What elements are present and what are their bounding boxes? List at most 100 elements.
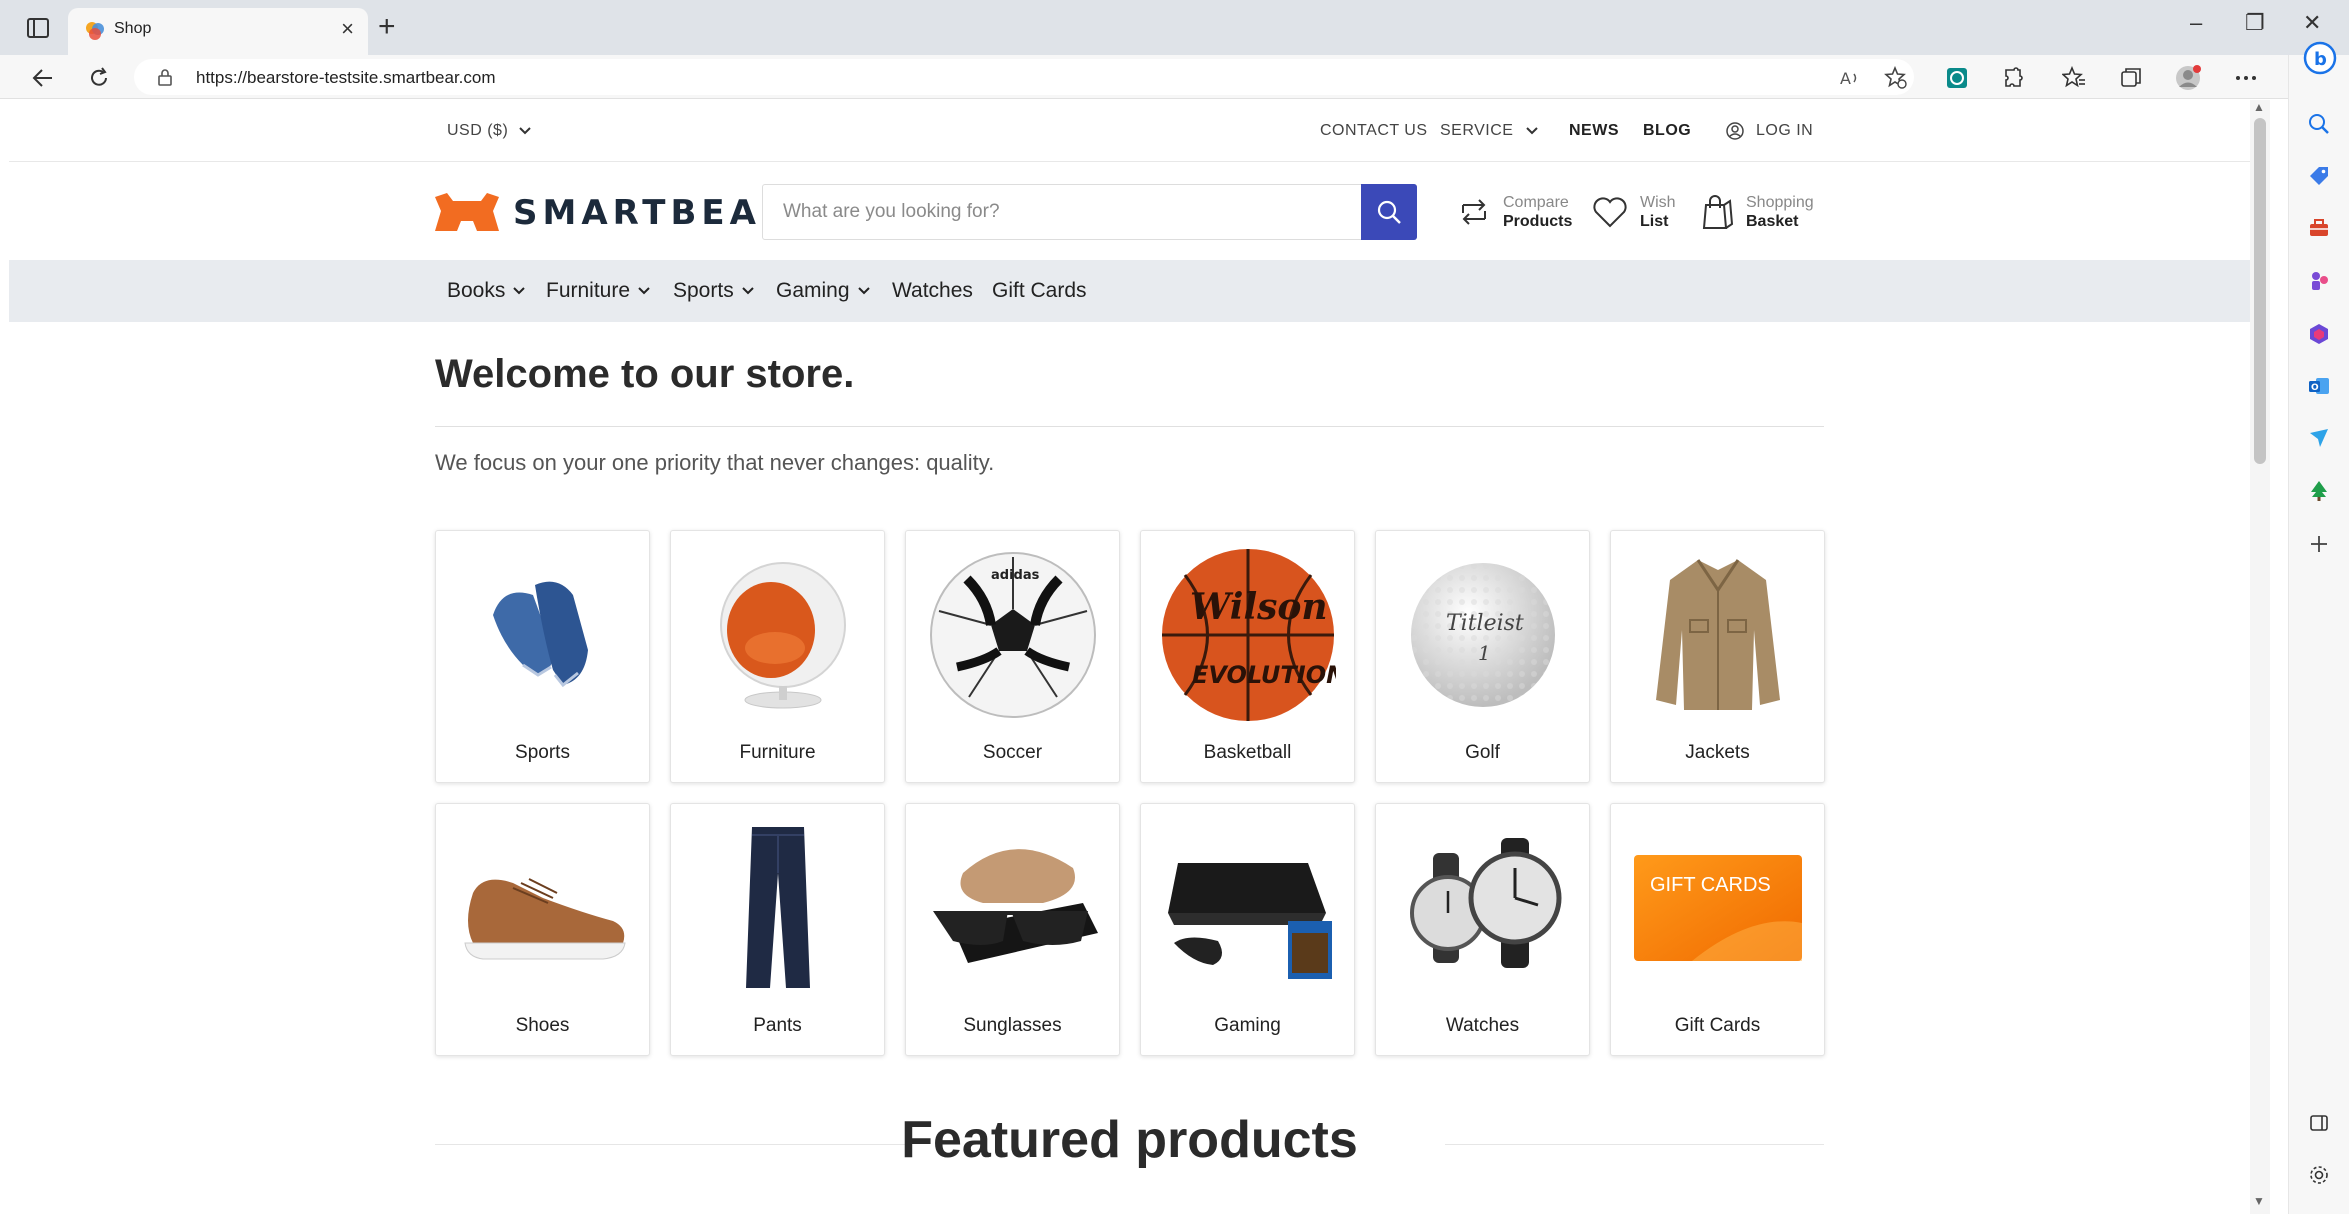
tools-icon[interactable]: [2306, 215, 2332, 241]
scroll-thumb[interactable]: [2254, 118, 2266, 464]
profile-avatar-icon[interactable]: [2174, 64, 2202, 92]
collections-icon[interactable]: [2117, 64, 2145, 92]
console-image: [1153, 818, 1342, 998]
tile-label: Gift Cards: [1674, 1015, 1761, 1036]
window-close-icon[interactable]: ✕: [2303, 12, 2321, 34]
chevron-down-icon: [857, 287, 870, 295]
add-sidebar-icon[interactable]: [2306, 531, 2332, 557]
chevron-down-icon: [741, 287, 754, 295]
back-icon[interactable]: [30, 65, 56, 91]
category-tile-sports[interactable]: Sports: [435, 530, 650, 783]
sidebar-settings-icon[interactable]: [2306, 1162, 2332, 1188]
page-scrollbar[interactable]: ▲ ▼: [2250, 100, 2270, 1214]
tab-actions-icon[interactable]: [22, 15, 54, 41]
golf-number-text: 1: [1478, 641, 1491, 665]
category-tile-gift-cards[interactable]: GIFT CARDS Gift Cards: [1610, 803, 1825, 1056]
nav-furniture[interactable]: Furniture: [546, 279, 650, 303]
category-tile-furniture[interactable]: Furniture: [670, 530, 885, 783]
read-aloud-icon[interactable]: A: [1837, 64, 1865, 92]
basketball-image: Wilson EVOLUTION: [1153, 545, 1342, 725]
nav-gaming[interactable]: Gaming: [776, 279, 870, 303]
tile-label: Watches: [1445, 1015, 1520, 1036]
shopping-tag-icon[interactable]: [2306, 163, 2332, 189]
user-icon: [1726, 122, 1744, 140]
category-tile-sunglasses[interactable]: Sunglasses: [905, 803, 1120, 1056]
currency-selector[interactable]: USD ($): [447, 122, 531, 140]
page-title: Welcome to our store.: [435, 352, 855, 396]
sunglasses-image: [918, 818, 1107, 998]
nav-books[interactable]: Books: [447, 279, 526, 303]
svg-text:adidas: adidas: [991, 568, 1040, 583]
blog-link[interactable]: BLOG: [1643, 122, 1691, 140]
favorites-icon[interactable]: [2060, 64, 2088, 92]
games-icon[interactable]: [2306, 268, 2332, 294]
add-favorite-icon[interactable]: [1882, 64, 1910, 92]
scroll-up-icon[interactable]: ▲: [2253, 100, 2265, 114]
search-input[interactable]: [763, 185, 1363, 239]
extensions-icon[interactable]: [2000, 64, 2028, 92]
shopping-basket-link[interactable]: Shopping Basket: [1702, 190, 1814, 234]
category-tile-gaming[interactable]: Gaming: [1140, 803, 1355, 1056]
url-field[interactable]: https://bearstore-testsite.smartbear.com: [134, 59, 1914, 95]
nav-sports[interactable]: Sports: [673, 279, 754, 303]
jacket-image: [1623, 545, 1812, 725]
minimize-icon[interactable]: –: [2190, 12, 2202, 34]
search-button[interactable]: [1361, 184, 1417, 240]
tree-icon[interactable]: [2306, 478, 2332, 504]
evolution-text: EVOLUTION: [1192, 661, 1336, 689]
hide-sidebar-icon[interactable]: [2306, 1110, 2332, 1136]
login-link[interactable]: LOG IN: [1726, 122, 1813, 140]
search-box: [762, 184, 1417, 240]
send-icon[interactable]: [2306, 425, 2332, 451]
wish-small-label: Wish: [1640, 194, 1676, 211]
category-tile-watches[interactable]: Watches: [1375, 803, 1590, 1056]
svg-text:O: O: [2311, 383, 2319, 393]
tab-shop[interactable]: Shop ×: [68, 8, 368, 55]
category-tile-shoes[interactable]: Shoes: [435, 803, 650, 1056]
microsoft365-icon[interactable]: [2306, 321, 2332, 347]
shopping-bag-icon: [1702, 195, 1734, 229]
search-icon[interactable]: [2306, 111, 2332, 137]
tile-label: Gaming: [1214, 1015, 1281, 1036]
scroll-down-icon[interactable]: ▼: [2253, 1194, 2265, 1208]
refresh-icon[interactable]: [86, 65, 112, 91]
shop-favicon-icon: [84, 20, 106, 42]
wish-list-link[interactable]: Wish List: [1592, 190, 1676, 234]
tile-label: Basketball: [1203, 742, 1292, 763]
lock-icon[interactable]: [156, 68, 174, 86]
titleist-text: Titleist: [1446, 611, 1524, 636]
more-menu-icon[interactable]: [2232, 64, 2260, 92]
smartbear-logo[interactable]: SMARTBEAR: [433, 192, 792, 234]
extension-teal-icon[interactable]: [1943, 64, 1971, 92]
category-tile-pants[interactable]: Pants: [670, 803, 885, 1056]
gift-card-image: GIFT CARDS: [1623, 818, 1812, 998]
category-tile-soccer[interactable]: adidas Soccer: [905, 530, 1120, 783]
outlook-icon[interactable]: O: [2306, 373, 2332, 399]
service-menu[interactable]: SERVICE: [1440, 122, 1539, 140]
address-bar: https://bearstore-testsite.smartbear.com…: [0, 55, 2349, 99]
news-link[interactable]: NEWS: [1569, 122, 1619, 140]
category-tile-basketball[interactable]: Wilson EVOLUTION Basketball: [1140, 530, 1355, 783]
tab-close-icon[interactable]: ×: [341, 18, 354, 40]
compare-icon: [1462, 199, 1486, 225]
gift-card-text: GIFT CARDS: [1650, 874, 1771, 896]
new-tab-icon[interactable]: +: [378, 12, 396, 42]
compare-big-label: Products: [1503, 213, 1573, 230]
tile-label: Soccer: [982, 742, 1043, 763]
category-tile-golf[interactable]: Titleist 1 Golf: [1375, 530, 1590, 783]
bing-copilot-icon[interactable]: b: [2303, 41, 2337, 75]
tile-label: Pants: [753, 1015, 802, 1036]
sports-shoes-image: [448, 545, 637, 725]
title-divider: [435, 426, 1824, 427]
web-page: USD ($) CONTACT US SERVICE NEWS BLOG LOG…: [9, 100, 2250, 1214]
nav-watches[interactable]: Watches: [892, 279, 973, 303]
category-tile-jackets[interactable]: Jackets: [1610, 530, 1825, 783]
basket-big-label: Basket: [1746, 213, 1799, 230]
nav-gift-cards[interactable]: Gift Cards: [992, 279, 1087, 303]
restore-icon[interactable]: ❐: [2245, 12, 2265, 34]
compare-products-link[interactable]: Compare Products: [1457, 190, 1572, 234]
tab-title: Shop: [114, 20, 152, 37]
top-bar: USD ($) CONTACT US SERVICE NEWS BLOG LOG…: [9, 100, 2250, 162]
contact-us-link[interactable]: CONTACT US: [1320, 122, 1428, 140]
compare-small-label: Compare: [1503, 194, 1569, 211]
